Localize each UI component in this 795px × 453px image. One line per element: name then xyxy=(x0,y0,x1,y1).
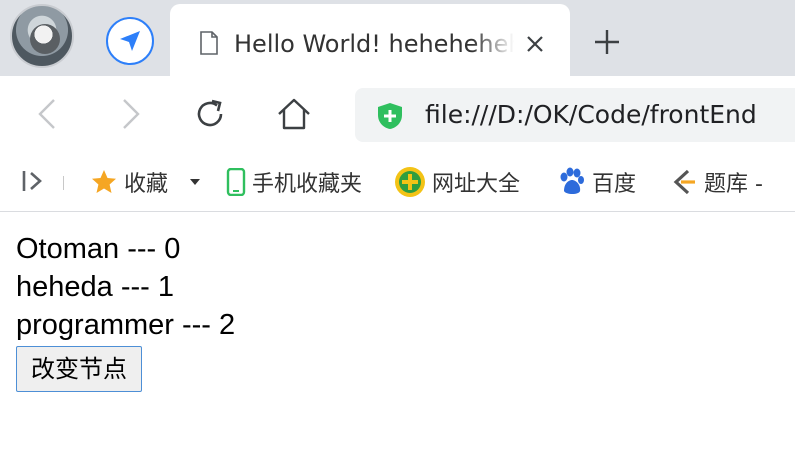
new-tab-icon[interactable] xyxy=(592,27,622,57)
tiku-icon xyxy=(673,169,695,195)
list-item: heheda --- 1 xyxy=(16,271,174,303)
close-tab-icon[interactable] xyxy=(524,33,546,55)
browser-toolbar: file:///D:/OK/Code/frontEnd xyxy=(0,76,795,152)
bookmark-label: 题库 - xyxy=(704,172,763,197)
security-shield-icon xyxy=(378,103,402,129)
forward-icon[interactable] xyxy=(112,96,148,132)
tab-strip: Hello World! hehehehehe xyxy=(0,0,795,76)
back-icon[interactable] xyxy=(30,96,66,132)
bookmark-baidu[interactable]: 百度 xyxy=(556,166,636,198)
star-icon xyxy=(92,170,116,193)
compass-arrow-icon xyxy=(120,31,140,51)
bookmark-label: 手机收藏夹 xyxy=(252,172,363,197)
bookmark-label: 网址大全 xyxy=(432,172,521,197)
url-text[interactable]: file:///D:/OK/Code/frontEnd xyxy=(425,98,757,132)
baidu-paw-icon xyxy=(560,167,584,194)
bookmark-favorites[interactable]: 收藏 xyxy=(90,166,208,198)
home-icon[interactable] xyxy=(276,96,312,132)
tab-title: Hello World! hehehehehe xyxy=(234,30,514,58)
bookmarks-separator xyxy=(63,176,64,190)
bookmarks-bar: 收藏 手机收藏夹 网址大全 百度 题库 - xyxy=(0,152,795,212)
bookmark-question-bank[interactable]: 题库 - xyxy=(668,166,763,198)
avatar-figure xyxy=(30,24,60,54)
navigation-icon[interactable] xyxy=(106,17,154,65)
plus-badge-icon xyxy=(395,167,425,197)
page-content: Otoman --- 0 heheda --- 1 programmer ---… xyxy=(16,230,235,392)
document-icon xyxy=(200,31,218,55)
bookmark-label: 收藏 xyxy=(124,172,169,197)
bookmark-label: 百度 xyxy=(592,172,637,197)
bookmark-mobile-favorites[interactable]: 手机收藏夹 xyxy=(226,166,362,198)
bookmark-site-directory[interactable]: 网址大全 xyxy=(394,166,520,198)
profile-avatar[interactable] xyxy=(10,4,74,68)
sidebar-toggle-icon[interactable] xyxy=(20,168,46,194)
address-bar[interactable]: file:///D:/OK/Code/frontEnd xyxy=(355,88,795,142)
reload-icon[interactable] xyxy=(192,96,228,132)
chevron-down-icon[interactable] xyxy=(188,175,202,189)
phone-icon xyxy=(226,168,246,196)
list-item: programmer --- 2 xyxy=(16,309,236,341)
active-tab[interactable]: Hello World! hehehehehe xyxy=(170,4,570,76)
change-node-button[interactable]: 改变节点 xyxy=(16,346,142,392)
list-item: Otoman --- 0 xyxy=(16,233,181,265)
